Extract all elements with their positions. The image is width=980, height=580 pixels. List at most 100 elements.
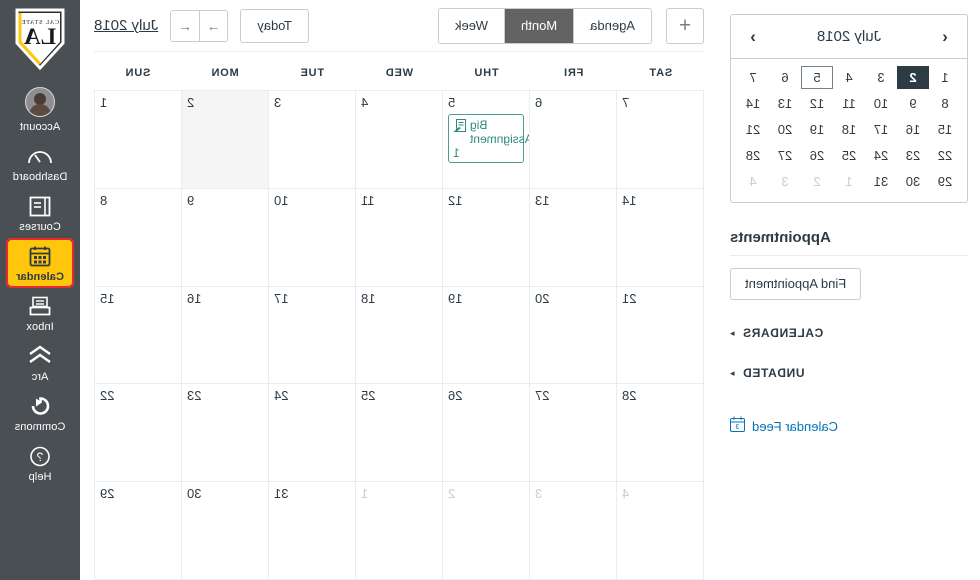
mini-calendar-day[interactable]: 29 <box>929 170 961 193</box>
mini-calendar-day[interactable]: 6 <box>769 66 801 89</box>
mini-calendar-day[interactable]: 1 <box>929 66 961 89</box>
mini-calendar-day[interactable]: 21 <box>737 118 769 141</box>
calendar-day-cell[interactable]: 19 <box>442 286 529 385</box>
sidebar-item-calendar[interactable]: Calendar <box>6 238 74 288</box>
day-number: 25 <box>361 388 376 404</box>
undated-section-toggle[interactable]: UNDATED ▸ <box>730 366 968 380</box>
mini-calendar-day[interactable]: 3 <box>865 66 897 89</box>
sidebar-item-account[interactable]: Account <box>0 80 80 138</box>
calendars-section-label: CALENDARS <box>742 326 824 340</box>
calendar-feed-link[interactable]: Calendar Feed <box>752 419 838 434</box>
calendar-main: + Agenda Month Week Today → ← July 2018 SA… <box>80 0 718 580</box>
calendar-day-cell[interactable]: 25 <box>355 384 442 483</box>
mini-calendar-day[interactable]: 25 <box>833 144 865 167</box>
mini-calendar-day[interactable]: 15 <box>929 118 961 141</box>
calendar-day-cell[interactable]: 3 <box>268 91 355 189</box>
mini-calendar-day[interactable]: 3 <box>769 170 801 193</box>
sidebar-item-dashboard[interactable]: Dashboard <box>0 138 80 188</box>
next-month-button[interactable]: → <box>199 10 228 41</box>
calendar-day-cell[interactable]: 26 <box>442 384 529 483</box>
mini-calendar-day[interactable]: 13 <box>769 92 801 115</box>
calendar-day-cell[interactable]: 5 Big Assignment 1 <box>442 91 529 189</box>
calendar-day-cell[interactable]: 3 <box>529 482 616 580</box>
mini-calendar-next-button[interactable]: › <box>741 25 765 49</box>
calendar-day-cell[interactable]: 27 <box>529 384 616 483</box>
view-button-agenda[interactable]: Agenda <box>573 8 651 43</box>
calendar-day-cell[interactable]: 7 <box>616 91 703 189</box>
mini-calendar-prev-button[interactable]: ‹ <box>933 25 957 49</box>
calendar-day-cell[interactable]: 4 <box>616 482 703 580</box>
mini-calendar-day[interactable]: 10 <box>865 92 897 115</box>
mini-calendar-day[interactable]: 19 <box>801 118 833 141</box>
mini-calendar-day[interactable]: 23 <box>897 144 929 167</box>
calendar-day-cell[interactable]: 23 <box>181 384 268 483</box>
current-month-link[interactable]: July 2018 <box>94 17 158 34</box>
mini-calendar-day[interactable]: 26 <box>801 144 833 167</box>
calendar-day-cell[interactable]: 13 <box>529 188 616 287</box>
calendar-day-cell[interactable]: 2 <box>181 91 268 189</box>
mini-calendar-day[interactable]: 4 <box>737 170 769 193</box>
today-button[interactable]: Today <box>240 8 309 43</box>
mini-calendar-day[interactable]: 30 <box>897 170 929 193</box>
mini-calendar-day[interactable]: 8 <box>929 92 961 115</box>
mini-calendar-day[interactable]: 2 <box>897 66 929 89</box>
mini-calendar-day[interactable]: 1 <box>833 170 865 193</box>
sidebar-item-inbox[interactable]: Inbox <box>0 288 80 338</box>
calendar-event[interactable]: Big Assignment 1 <box>448 114 529 163</box>
sidebar-item-commons[interactable]: Commons <box>0 388 80 438</box>
calendar-day-cell[interactable]: 11 <box>355 188 442 287</box>
calendar-day-cell[interactable]: 14 <box>616 188 703 287</box>
calendar-day-cell[interactable]: 1 <box>355 482 442 580</box>
calendar-day-cell[interactable]: 12 <box>442 188 529 287</box>
mini-calendar-day[interactable]: 27 <box>769 144 801 167</box>
calendar-day-cell[interactable]: 29 <box>94 482 181 580</box>
calendar-day-cell[interactable]: 6 <box>529 91 616 189</box>
mini-calendar-day[interactable]: 11 <box>833 92 865 115</box>
mini-calendar-day[interactable]: 31 <box>865 170 897 193</box>
mini-calendar-day[interactable]: 24 <box>865 144 897 167</box>
day-number: 27 <box>535 388 550 404</box>
mini-calendar-day[interactable]: 28 <box>737 144 769 167</box>
mini-calendar-day[interactable]: 14 <box>737 92 769 115</box>
sidebar-item-courses[interactable]: Courses <box>0 188 80 238</box>
mini-calendar-day[interactable]: 4 <box>833 66 865 89</box>
calendar-day-cell[interactable]: 4 <box>355 91 442 189</box>
calendar-day-cell[interactable]: 17 <box>268 286 355 385</box>
mini-calendar-day[interactable]: 16 <box>897 118 929 141</box>
create-event-button[interactable]: + <box>666 7 704 44</box>
calendar-feed-row: Calendar Feed 3 <box>730 416 968 437</box>
sidebar-item-arc[interactable]: Arc <box>0 338 80 388</box>
avatar <box>25 85 55 119</box>
calendar-day-cell[interactable]: 8 <box>94 188 181 287</box>
view-button-week[interactable]: Week <box>439 8 505 43</box>
prev-month-button[interactable]: ← <box>171 10 200 41</box>
calendar-day-cell[interactable]: 30 <box>181 482 268 580</box>
calendar-day-cell[interactable]: 18 <box>355 286 442 385</box>
calendar-day-cell[interactable]: 1 <box>94 91 181 189</box>
mini-calendar-day[interactable]: 20 <box>769 118 801 141</box>
sidebar-item-help[interactable]: ? Help <box>0 438 80 488</box>
calendar-day-cell[interactable]: 16 <box>181 286 268 385</box>
cal-state-la-logo[interactable]: CAL STATE LA <box>10 6 70 72</box>
mini-calendar-day[interactable]: 7 <box>737 66 769 89</box>
calendar-day-cell[interactable]: 31 <box>268 482 355 580</box>
view-button-month[interactable]: Month <box>504 8 574 43</box>
calendar-day-cell[interactable]: 20 <box>529 286 616 385</box>
find-appointment-button[interactable]: Find Appointment <box>730 268 862 300</box>
mini-calendar-day[interactable]: 2 <box>801 170 833 193</box>
calendar-day-cell[interactable]: 21 <box>616 286 703 385</box>
calendars-section-toggle[interactable]: CALENDARS ▸ <box>730 326 968 340</box>
mini-calendar-day[interactable]: 12 <box>801 92 833 115</box>
mini-calendar-day[interactable]: 5 <box>801 66 833 89</box>
calendar-day-cell[interactable]: 2 <box>442 482 529 580</box>
mini-calendar-day[interactable]: 22 <box>929 144 961 167</box>
calendar-day-cell[interactable]: 28 <box>616 384 703 483</box>
mini-calendar-day[interactable]: 9 <box>897 92 929 115</box>
calendar-day-cell[interactable]: 15 <box>94 286 181 385</box>
mini-calendar-day[interactable]: 17 <box>865 118 897 141</box>
calendar-day-cell[interactable]: 10 <box>268 188 355 287</box>
mini-calendar-day[interactable]: 18 <box>833 118 865 141</box>
calendar-day-cell[interactable]: 9 <box>181 188 268 287</box>
calendar-day-cell[interactable]: 22 <box>94 384 181 483</box>
calendar-day-cell[interactable]: 24 <box>268 384 355 483</box>
